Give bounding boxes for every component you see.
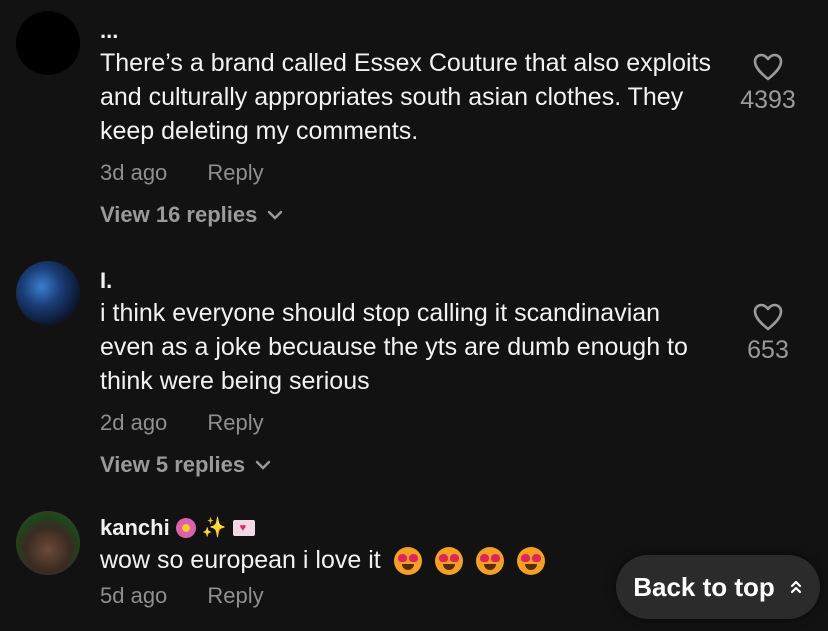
double-chevron-up-icon <box>790 580 801 594</box>
reply-button[interactable]: Reply <box>207 581 263 611</box>
comment-text: wow so european i love it <box>100 546 381 574</box>
comment-timestamp: 5d ago <box>100 583 168 608</box>
sparkles-emoji-icon: ✨ <box>201 517 227 539</box>
back-to-top-button[interactable]: Back to top <box>616 555 820 619</box>
chevron-down-icon <box>268 210 283 220</box>
comment-text: There’s a brand called Essex Couture tha… <box>100 49 711 145</box>
avatar[interactable] <box>16 261 80 325</box>
reply-button[interactable]: Reply <box>207 408 263 438</box>
comment-text: i think everyone should stop calling it … <box>100 299 688 395</box>
comment-username[interactable]: kanchi <box>100 515 170 541</box>
comment-username[interactable]: ... <box>100 18 720 44</box>
heart-outline-icon <box>753 53 783 81</box>
like-button[interactable]: 653 <box>732 302 804 365</box>
comment-body: ... There’s a brand called Essex Couture… <box>100 18 720 230</box>
comment-body: I. i think everyone should stop calling … <box>100 268 720 480</box>
comment-timestamp: 3d ago <box>100 160 168 185</box>
reply-button[interactable]: Reply <box>207 158 263 188</box>
like-count: 653 <box>747 336 789 364</box>
view-replies-label: View 16 replies <box>100 202 258 227</box>
comment-timestamp: 2d ago <box>100 410 168 435</box>
view-replies-label: View 5 replies <box>100 452 246 477</box>
avatar[interactable] <box>16 11 80 75</box>
view-replies-button[interactable]: View 16 replies <box>100 200 720 230</box>
view-replies-button[interactable]: View 5 replies <box>100 450 720 480</box>
heart-eyes-emoji <box>516 547 545 576</box>
comment-meta: 2d ago Reply <box>100 408 720 438</box>
comment-username[interactable]: I. <box>100 268 720 294</box>
chevron-down-icon <box>255 460 271 470</box>
comment-username-row: kanchi ✨ ♥ <box>100 515 720 541</box>
flower-emoji-icon <box>175 518 196 538</box>
avatar[interactable] <box>16 511 80 575</box>
comment-meta: 3d ago Reply <box>100 158 720 188</box>
back-to-top-label: Back to top <box>633 571 775 602</box>
heart-eyes-emoji <box>393 547 422 576</box>
like-count: 4393 <box>740 86 796 114</box>
heart-eyes-emoji <box>434 547 463 576</box>
heart-eyes-emoji <box>475 547 504 576</box>
love-letter-emoji-icon: ♥ <box>232 520 255 536</box>
like-button[interactable]: 4393 <box>732 52 804 115</box>
heart-outline-icon <box>753 303 783 331</box>
